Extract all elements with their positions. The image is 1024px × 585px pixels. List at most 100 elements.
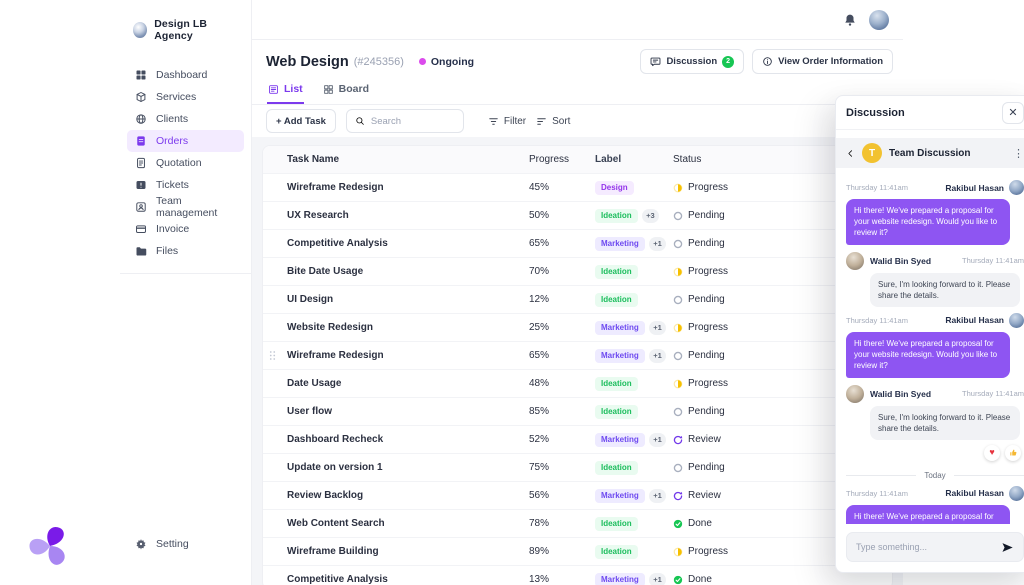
table-row[interactable]: Dashboard Recheck52%Marketing+1Review [263,425,892,453]
sort-button[interactable]: Sort [536,116,570,127]
sender-name: Walid Bin Syed [870,389,931,399]
discussion-count-badge: 2 [722,56,734,68]
progress-status-icon [673,547,683,557]
sender-avatar [846,385,864,403]
sidebar: Design LB Agency DashboardServicesClient… [120,0,252,585]
sidebar-item-services[interactable]: Services [127,86,244,108]
label-pill: Marketing [595,489,645,503]
label-extra-count: +1 [649,573,667,585]
sidebar-item-invoice[interactable]: Invoice [127,218,244,240]
thread-avatar: T [862,143,882,163]
task-name: Review Backlog [263,490,529,501]
discussion-button[interactable]: Discussion 2 [640,49,744,74]
sidebar-item-quotation[interactable]: Quotation [127,152,244,174]
sidebar-item-orders[interactable]: Orders [127,130,244,152]
sort-label: Sort [552,116,570,127]
label-pill: Marketing [595,573,645,585]
brand-logo-icon [133,22,147,38]
task-name: Web Content Search [263,518,529,529]
table-row[interactable]: Competitive Analysis13%Marketing+1Done [263,565,892,585]
task-name: Wireframe Building [263,546,529,557]
table-row[interactable]: Bite Date Usage70%IdeationProgress [263,257,892,285]
invoice-icon [134,223,147,236]
status-label: Progress [688,322,728,333]
thread-bar: T Team Discussion ⋮ [836,138,1024,168]
column-header: Label [595,154,673,165]
sidebar-item-setting[interactable]: Setting [127,533,244,555]
team-icon [134,201,147,214]
task-name: Date Usage [263,378,529,389]
status-label: Progress [688,378,728,389]
task-labels: Ideation [595,545,673,559]
table-row[interactable]: Web Content Search78%IdeationDone [263,509,892,537]
sidebar-item-tickets[interactable]: Tickets [127,174,244,196]
pending-status-icon [673,351,683,361]
search-input[interactable] [371,116,455,127]
label-pill: Ideation [595,461,638,475]
table-row[interactable]: Competitive Analysis65%Marketing+1Pendin… [263,229,892,257]
table-row[interactable]: Website Redesign25%Marketing+1Progress [263,313,892,341]
drag-handle-icon[interactable] [269,350,276,364]
task-labels: Marketing+1 [595,433,673,447]
table-row[interactable]: Wireframe Building89%IdeationProgress [263,537,892,565]
task-labels: Ideation [595,517,673,531]
filter-button[interactable]: Filter [488,116,526,127]
table-row[interactable]: Wireframe Redesign45%DesignProgress [263,173,892,201]
sidebar-item-clients[interactable]: Clients [127,108,244,130]
order-id: (#245356) [354,56,404,68]
outgoing-message-bubble: Hi there! We've prepared a proposal for … [846,505,1010,524]
table-row[interactable]: UX Research50%Ideation+3Pending [263,201,892,229]
add-task-button[interactable]: + Add Task [266,109,336,133]
task-name: User flow [263,406,529,417]
sidebar-item-team-management[interactable]: Team management [127,196,244,218]
sidebar-item-dashboard[interactable]: Dashboard [127,64,244,86]
task-name: Competitive Analysis [263,238,529,249]
table-row[interactable]: Review Backlog56%Marketing+1Review [263,481,892,509]
view-order-information-button[interactable]: View Order Information [752,49,893,74]
table-row[interactable]: UI Design12%IdeationPending [263,285,892,313]
task-progress: 70% [529,266,595,277]
user-avatar[interactable] [869,10,889,30]
close-icon[interactable]: ✕ [1002,102,1024,124]
table-row[interactable]: User flow85%IdeationPending [263,397,892,425]
bell-icon[interactable] [843,13,857,27]
tab-list[interactable]: List [267,78,304,104]
task-labels: Ideation [595,405,673,419]
date-divider: Today [846,471,1024,480]
task-progress: 89% [529,546,595,557]
thumbs-up-reaction[interactable] [1005,445,1021,461]
done-status-icon [673,519,683,529]
sidebar-item-label: Services [156,91,196,103]
label-pill: Marketing [595,237,645,251]
message-meta: Thursday 11:41amRakibul Hasan [846,313,1024,328]
task-labels: Ideation+3 [595,209,673,223]
label-pill: Ideation [595,209,638,223]
page-title: Web Design [266,54,349,70]
chevron-left-icon[interactable] [846,149,855,158]
tab-board[interactable]: Board [322,78,370,104]
incoming-message-bubble: Sure, I'm looking forward to it. Please … [870,273,1020,307]
message-input[interactable] [856,542,995,552]
progress-status-icon [673,323,683,333]
setting-icon [134,538,147,551]
pending-status-icon [673,463,683,473]
main-area: Web Design (#245356) Ongoing Discussion … [252,0,903,585]
status-label: Review [688,434,721,445]
task-labels: Marketing+1 [595,321,673,335]
table-row[interactable]: Date Usage48%IdeationProgress [263,369,892,397]
table-row[interactable]: Wireframe Redesign65%Marketing+1Pending [263,341,892,369]
task-progress: 45% [529,182,595,193]
sidebar-item-files[interactable]: Files [127,240,244,262]
label-pill: Marketing [595,321,645,335]
kebab-menu-icon[interactable]: ⋮ [1013,147,1024,160]
column-header: Task Name [263,154,529,165]
chat-input-bar [846,532,1024,562]
table-row[interactable]: Update on version 175%IdeationPending [263,453,892,481]
status-label: Pending [688,210,725,221]
divider-line [954,475,1024,476]
send-icon[interactable] [1001,541,1014,554]
sender-avatar [846,252,864,270]
message-meta: Walid Bin SyedThursday 11:41am [846,385,1024,403]
tab-label: Board [339,83,369,95]
heart-reaction[interactable]: ♥ [984,445,1000,461]
